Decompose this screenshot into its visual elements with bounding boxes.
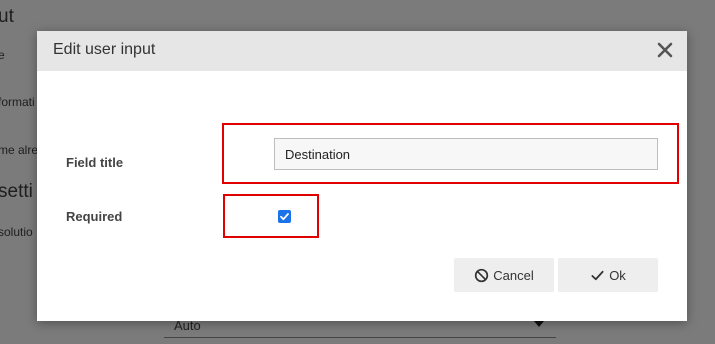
dialog-title: Edit user input (53, 41, 156, 58)
ok-button[interactable]: Ok (558, 258, 658, 292)
bg-heading: ut (0, 6, 14, 27)
check-icon (591, 270, 604, 280)
ok-label: Ok (609, 267, 626, 283)
cancel-label: Cancel (493, 267, 534, 283)
field-title-label: Field title (66, 155, 124, 170)
dialog-header: Edit user input (37, 31, 687, 71)
field-title-input[interactable] (274, 138, 658, 170)
bg-label: me alre (0, 143, 39, 157)
bg-label: solutio (0, 225, 33, 239)
required-highlight (223, 194, 319, 238)
bg-heading: setti (0, 181, 33, 202)
bg-label: formati (0, 95, 35, 109)
ban-icon (475, 268, 489, 282)
chevron-down-icon (534, 321, 544, 327)
bg-label: e (0, 48, 5, 62)
checkmark-icon (280, 213, 289, 221)
required-label: Required (66, 209, 123, 224)
cancel-button[interactable]: Cancel (454, 258, 554, 292)
edit-user-input-dialog: Edit user input Field title Required Can… (37, 31, 687, 321)
close-icon[interactable] (655, 40, 675, 60)
required-checkbox[interactable] (278, 210, 291, 223)
